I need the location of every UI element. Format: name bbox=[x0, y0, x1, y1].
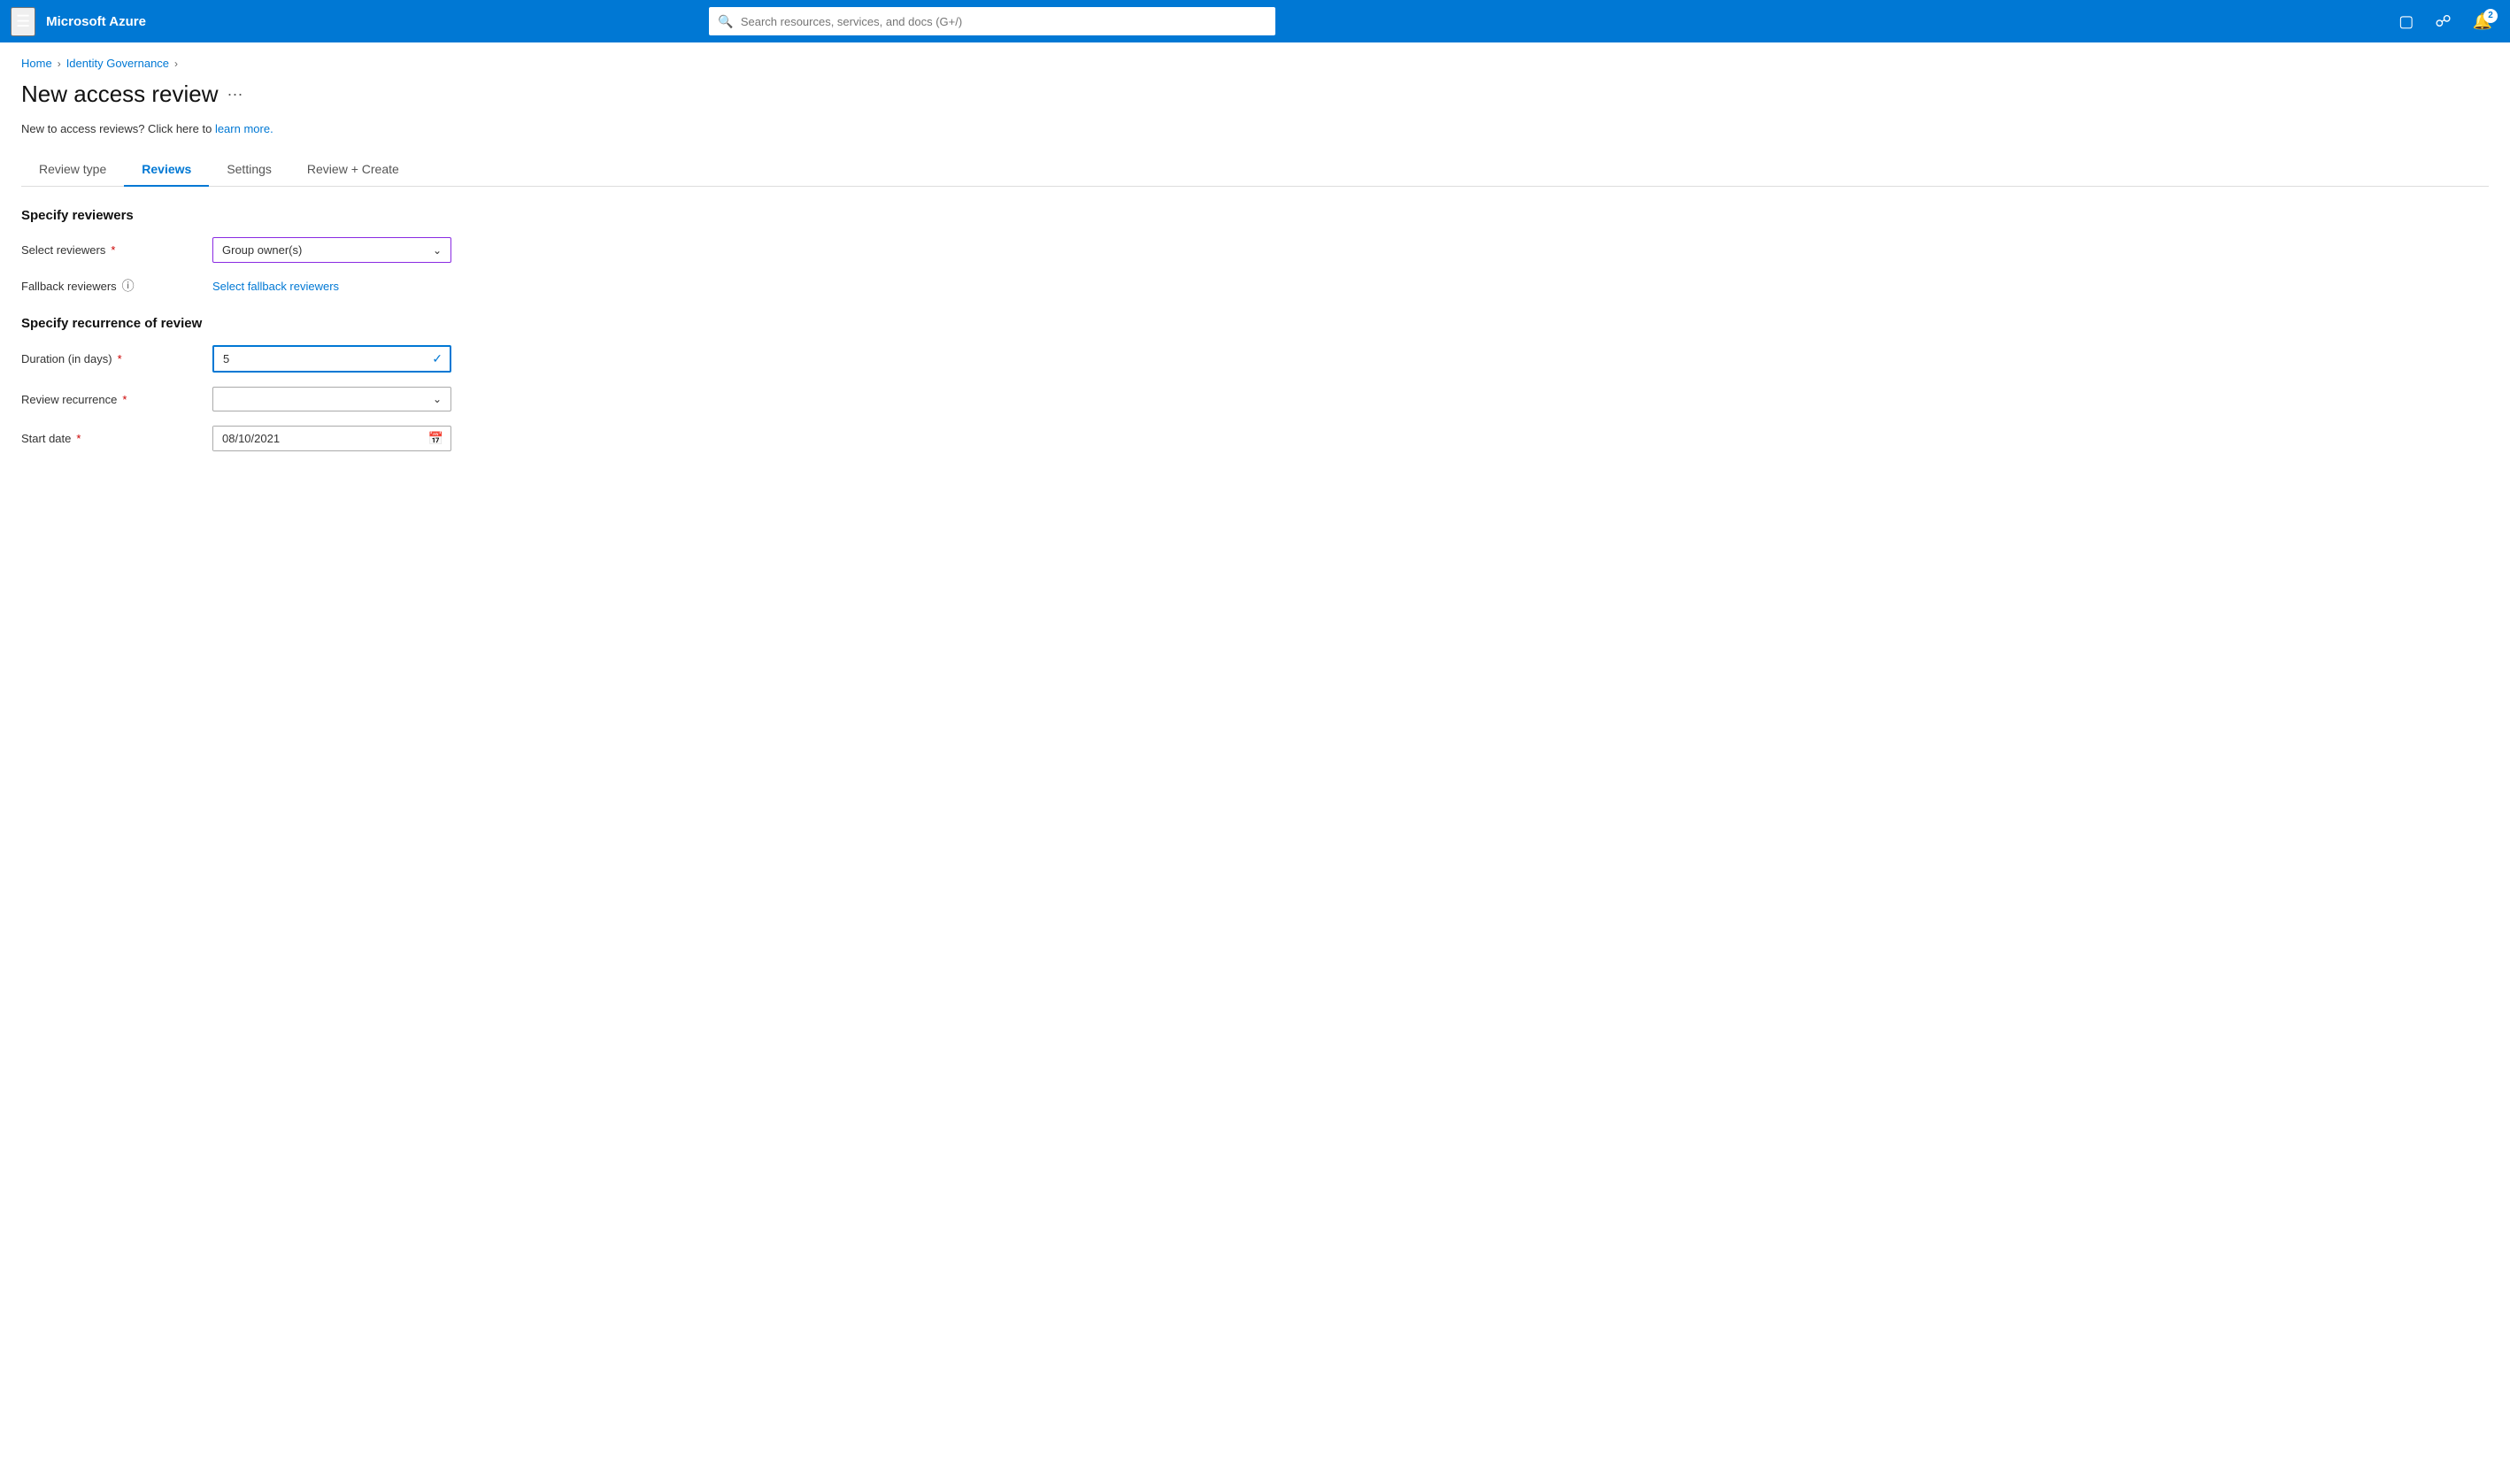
tab-review-type[interactable]: Review type bbox=[21, 153, 124, 187]
breadcrumb: Home › Identity Governance › bbox=[21, 57, 2489, 70]
specify-recurrence-title: Specify recurrence of review bbox=[21, 316, 2489, 331]
topbar: ☰ Microsoft Azure 🔍 ▢ ☍ 🔔 2 bbox=[0, 0, 2510, 42]
specify-recurrence-section: Specify recurrence of review Duration (i… bbox=[21, 316, 2489, 451]
review-recurrence-control[interactable]: ⌄ bbox=[212, 387, 451, 411]
recurrence-dropdown-button[interactable]: ⌄ bbox=[212, 387, 451, 411]
reviewers-dropdown-value: Group owner(s) bbox=[222, 243, 302, 257]
select-reviewers-row: Select reviewers * Group owner(s) ⌄ bbox=[21, 237, 2489, 263]
page-options-button[interactable]: ··· bbox=[227, 85, 243, 104]
notification-badge: 2 bbox=[2483, 9, 2498, 23]
start-date-label: Start date * bbox=[21, 432, 198, 445]
review-recurrence-row: Review recurrence * ⌄ bbox=[21, 387, 2489, 411]
start-date-row: Start date * 📅 bbox=[21, 426, 2489, 451]
hamburger-menu-button[interactable]: ☰ bbox=[11, 7, 35, 36]
reviewers-dropdown-button[interactable]: Group owner(s) ⌄ bbox=[212, 237, 451, 263]
cloud-shell-button[interactable]: ▢ bbox=[2391, 9, 2421, 35]
tab-reviews[interactable]: Reviews bbox=[124, 153, 209, 187]
breadcrumb-identity-governance-link[interactable]: Identity Governance bbox=[66, 57, 169, 70]
select-reviewers-dropdown[interactable]: Group owner(s) ⌄ bbox=[212, 237, 451, 263]
review-recurrence-label: Review recurrence * bbox=[21, 393, 198, 406]
learn-more-link[interactable]: learn more. bbox=[215, 122, 273, 135]
page-title: New access review bbox=[21, 81, 219, 108]
search-bar: 🔍 bbox=[709, 7, 1275, 35]
start-date-required: * bbox=[76, 432, 81, 445]
recurrence-dropdown-arrow-icon: ⌄ bbox=[433, 393, 442, 405]
hamburger-icon: ☰ bbox=[16, 12, 30, 30]
cloud-shell-icon: ▢ bbox=[2398, 12, 2414, 30]
search-input[interactable] bbox=[741, 15, 1267, 28]
recurrence-required: * bbox=[122, 393, 127, 406]
breadcrumb-home-link[interactable]: Home bbox=[21, 57, 52, 70]
topbar-right-icons: ▢ ☍ 🔔 2 bbox=[2391, 9, 2499, 35]
start-date-input[interactable] bbox=[213, 427, 428, 450]
specify-reviewers-title: Specify reviewers bbox=[21, 208, 2489, 223]
feedback-icon: ☍ bbox=[2435, 12, 2451, 30]
reviewers-dropdown-arrow-icon: ⌄ bbox=[433, 244, 442, 257]
tabs-container: Review type Reviews Settings Review + Cr… bbox=[21, 153, 2489, 187]
learn-more-banner: New to access reviews? Click here to lea… bbox=[21, 122, 2489, 135]
tab-settings[interactable]: Settings bbox=[209, 153, 289, 187]
notification-button[interactable]: 🔔 2 bbox=[2466, 9, 2499, 35]
duration-required: * bbox=[118, 352, 122, 365]
start-date-control: 📅 bbox=[212, 426, 451, 451]
tab-review-create[interactable]: Review + Create bbox=[289, 153, 417, 187]
calendar-icon[interactable]: 📅 bbox=[428, 431, 450, 446]
page-title-row: New access review ··· bbox=[21, 81, 2489, 108]
select-reviewers-required: * bbox=[111, 243, 115, 257]
learn-more-prefix: New to access reviews? Click here to bbox=[21, 122, 212, 135]
fallback-reviewers-row: Fallback reviewers ⓘ Select fallback rev… bbox=[21, 277, 2489, 295]
duration-input[interactable] bbox=[214, 347, 432, 371]
duration-row: Duration (in days) * ✓ bbox=[21, 345, 2489, 373]
duration-input-wrapper: ✓ bbox=[212, 345, 451, 373]
breadcrumb-sep-2: › bbox=[174, 58, 178, 70]
main-content: Home › Identity Governance › New access … bbox=[0, 42, 2510, 487]
duration-check-icon: ✓ bbox=[432, 351, 450, 366]
fallback-reviewers-control: Select fallback reviewers bbox=[212, 279, 451, 293]
search-icon: 🔍 bbox=[718, 14, 733, 29]
feedback-button[interactable]: ☍ bbox=[2428, 9, 2458, 35]
duration-control: ✓ bbox=[212, 345, 451, 373]
duration-label: Duration (in days) * bbox=[21, 352, 198, 365]
select-reviewers-label: Select reviewers * bbox=[21, 243, 198, 257]
specify-reviewers-section: Specify reviewers Select reviewers * Gro… bbox=[21, 208, 2489, 295]
breadcrumb-sep-1: › bbox=[58, 58, 61, 70]
select-fallback-reviewers-link[interactable]: Select fallback reviewers bbox=[212, 280, 339, 293]
start-date-input-wrapper: 📅 bbox=[212, 426, 451, 451]
fallback-reviewers-info-icon[interactable]: ⓘ bbox=[122, 277, 135, 295]
fallback-reviewers-label: Fallback reviewers ⓘ bbox=[21, 277, 198, 295]
app-title: Microsoft Azure bbox=[46, 14, 146, 29]
